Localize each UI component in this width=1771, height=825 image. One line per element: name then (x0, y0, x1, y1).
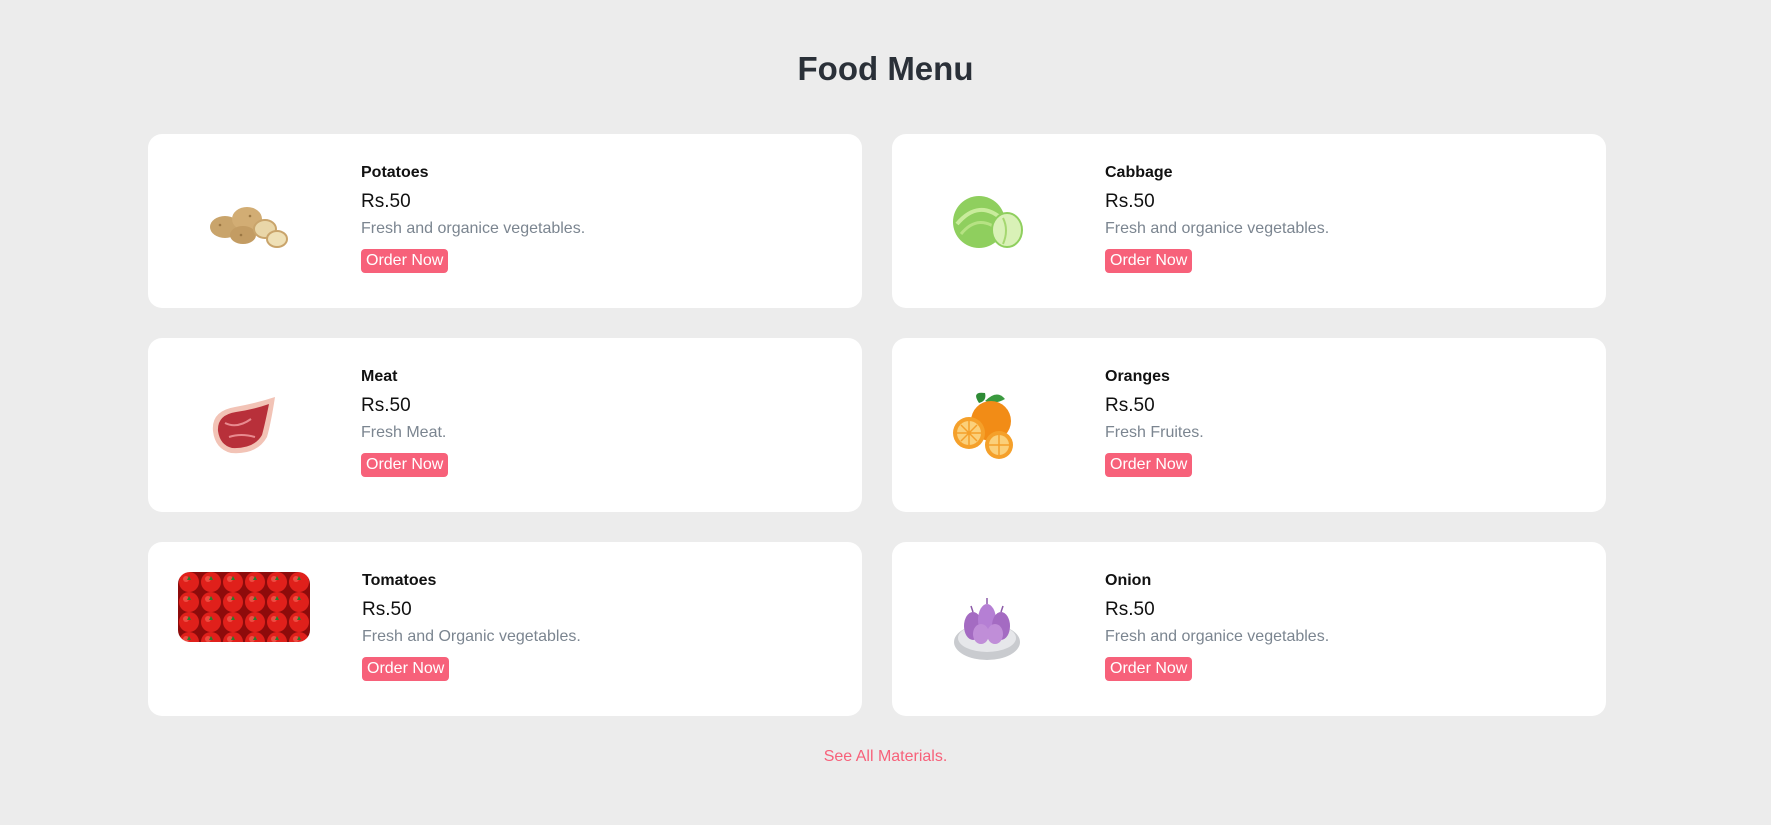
order-now-button[interactable]: Order Now (362, 657, 450, 681)
meat-image (178, 368, 308, 482)
item-description: Fresh and organice vegetables. (1105, 220, 1330, 237)
item-name: Onion (1105, 572, 1152, 589)
item-description: Fresh and organice vegetables. (361, 220, 586, 237)
food-menu-page: Food Menu Potatoes Rs.50 Fresh and organ… (0, 0, 1771, 825)
item-price: Rs.50 (361, 191, 411, 212)
item-info: Onion Rs.50 Fresh and organice vegetable… (1105, 571, 1329, 681)
menu-card-tomatoes: Tomatoes Rs.50 Fresh and Organic vegetab… (148, 542, 862, 716)
order-now-button[interactable]: Order Now (1105, 657, 1193, 681)
potatoes-image (178, 164, 308, 278)
see-all-materials-link[interactable]: See All Materials. (824, 748, 948, 765)
item-name: Oranges (1105, 368, 1170, 385)
see-all-materials-container: See All Materials. (0, 748, 1771, 766)
item-price: Rs.50 (1105, 599, 1155, 620)
cabbage-image (922, 164, 1052, 278)
page-title: Food Menu (797, 50, 974, 87)
order-now-button[interactable]: Order Now (361, 249, 449, 273)
order-now-button[interactable]: Order Now (1105, 453, 1193, 477)
item-name: Meat (361, 368, 398, 385)
menu-card-potatoes: Potatoes Rs.50 Fresh and organice vegeta… (148, 134, 862, 308)
item-name: Tomatoes (362, 572, 437, 589)
menu-grid: Potatoes Rs.50 Fresh and organice vegeta… (148, 134, 1606, 716)
menu-card-onion: Onion Rs.50 Fresh and organice vegetable… (892, 542, 1606, 716)
menu-card-oranges: Oranges Rs.50 Fresh Fruites. Order Now (892, 338, 1606, 512)
item-description: Fresh Fruites. (1105, 424, 1204, 441)
item-price: Rs.50 (361, 395, 411, 416)
item-name: Potatoes (361, 164, 429, 181)
tomatoes-image (178, 572, 310, 642)
order-now-button[interactable]: Order Now (1105, 249, 1193, 273)
item-info: Tomatoes Rs.50 Fresh and Organic vegetab… (362, 571, 581, 681)
item-info: Potatoes Rs.50 Fresh and organice vegeta… (361, 163, 585, 273)
menu-card-meat: Meat Rs.50 Fresh Meat. Order Now (148, 338, 862, 512)
item-price: Rs.50 (362, 599, 412, 620)
item-description: Fresh and organice vegetables. (1105, 628, 1330, 645)
order-now-button[interactable]: Order Now (361, 453, 449, 477)
oranges-image (922, 368, 1052, 482)
item-description: Fresh Meat. (361, 424, 447, 441)
item-name: Cabbage (1105, 164, 1173, 181)
onion-image (922, 572, 1052, 686)
item-info: Meat Rs.50 Fresh Meat. Order Now (361, 367, 449, 477)
item-price: Rs.50 (1105, 191, 1155, 212)
menu-card-cabbage: Cabbage Rs.50 Fresh and organice vegetab… (892, 134, 1606, 308)
item-price: Rs.50 (1105, 395, 1155, 416)
item-info: Oranges Rs.50 Fresh Fruites. Order Now (1105, 367, 1204, 477)
item-description: Fresh and Organic vegetables. (362, 628, 581, 645)
item-info: Cabbage Rs.50 Fresh and organice vegetab… (1105, 163, 1329, 273)
